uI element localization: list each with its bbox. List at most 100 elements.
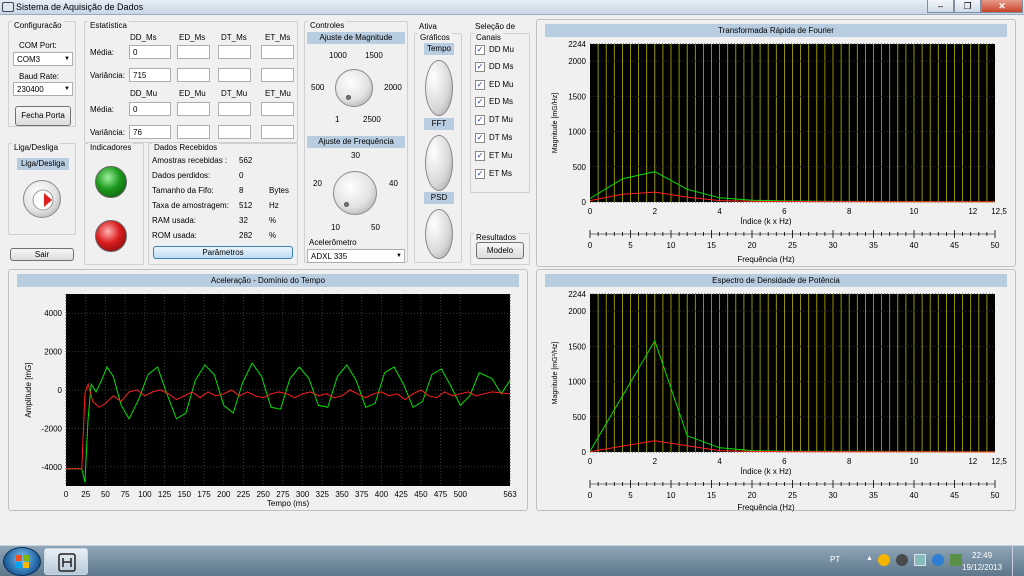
clock-time[interactable]: 22:49 bbox=[972, 551, 992, 560]
chevron-down-icon: ▼ bbox=[396, 253, 402, 259]
model-button[interactable]: Modelo bbox=[476, 242, 524, 259]
stat-field[interactable]: 76 bbox=[129, 125, 171, 139]
x-tick-label: 375 bbox=[355, 490, 369, 499]
x-axis-label: Índice (k x Hz) bbox=[740, 467, 791, 476]
psd-toggle[interactable] bbox=[425, 209, 453, 259]
show-desktop-button[interactable] bbox=[1012, 546, 1024, 576]
channel-label: DD Ms bbox=[489, 62, 514, 71]
config-group: Configuracão COM Port: COM3 ▼ Baud Rate: … bbox=[8, 21, 76, 127]
close-button[interactable]: ✕ bbox=[981, 0, 1023, 13]
x-tick-label: 475 bbox=[434, 490, 448, 499]
power-switch[interactable] bbox=[23, 180, 61, 218]
channel-checkbox[interactable]: ✓ bbox=[475, 169, 485, 179]
secondary-tick-label: 30 bbox=[829, 241, 838, 250]
received-value: 8 bbox=[239, 186, 244, 195]
tempo-toggle[interactable] bbox=[425, 60, 453, 116]
stat-header: ED_Ms bbox=[179, 33, 206, 42]
channel-checkbox[interactable]: ✓ bbox=[475, 133, 485, 143]
windows-logo-icon bbox=[16, 555, 29, 568]
stat-field[interactable] bbox=[177, 45, 210, 59]
stat-field[interactable] bbox=[177, 125, 210, 139]
tray-icon[interactable] bbox=[896, 554, 908, 566]
taskbar-app-button[interactable] bbox=[44, 548, 88, 575]
language-indicator[interactable]: PT bbox=[830, 555, 840, 564]
window-title: Sistema de Aquisição de Dados bbox=[16, 2, 144, 12]
x-tick-label: 12 bbox=[968, 457, 977, 466]
channel-checkbox[interactable]: ✓ bbox=[475, 151, 485, 161]
secondary-tick-label: 45 bbox=[950, 491, 959, 500]
variance-label: Variância: bbox=[90, 128, 125, 137]
tray-expand-icon[interactable]: ▲ bbox=[866, 555, 873, 562]
stat-field[interactable] bbox=[261, 68, 294, 82]
baud-rate-select[interactable]: 230400 ▼ bbox=[13, 82, 73, 96]
channel-checkbox[interactable]: ✓ bbox=[475, 45, 485, 55]
maximize-button[interactable]: ❐ bbox=[954, 0, 981, 13]
x-ticks: 0 25 50 75 100 125 150 175 200 225 250 275 300 325 350… bbox=[64, 490, 517, 499]
x-ticks: 0 2 4 6 8 10 12 12,5 bbox=[588, 457, 1008, 466]
y-tick-label: 0 bbox=[58, 386, 63, 395]
y-tick-label: 1500 bbox=[568, 342, 586, 351]
x-tick-label: 12,5 bbox=[991, 207, 1007, 216]
orange-tray-icon[interactable] bbox=[878, 554, 890, 566]
stat-field[interactable] bbox=[218, 68, 251, 82]
x-tick-label: 4 bbox=[717, 457, 722, 466]
indicators-group: Indicadores bbox=[84, 143, 144, 265]
stat-field[interactable] bbox=[261, 125, 294, 139]
received-label: Taxa de amostragem: bbox=[152, 201, 229, 210]
exit-button[interactable]: Sair bbox=[10, 248, 74, 261]
x-axis-label: Índice (k x Hz) bbox=[740, 217, 791, 226]
media-label: Média: bbox=[90, 48, 115, 57]
fft-chart: 2244 2000 1500 1000 500 0 0 2 4 6 8 10 12 12,5 0 5 10 1… bbox=[552, 40, 1007, 264]
clock-date[interactable]: 19/12/2013 bbox=[962, 563, 1002, 572]
x-tick-label: 2 bbox=[653, 207, 658, 216]
stat-field[interactable]: 0 bbox=[129, 45, 171, 59]
channel-checkbox[interactable]: ✓ bbox=[475, 62, 485, 72]
close-port-button[interactable]: Fecha Porta bbox=[15, 106, 71, 126]
y-tick-label: 0 bbox=[582, 448, 587, 457]
channel-checkbox[interactable]: ✓ bbox=[475, 97, 485, 107]
channel-checkbox[interactable]: ✓ bbox=[475, 115, 485, 125]
globe-icon[interactable] bbox=[932, 554, 944, 566]
x-tick-label: 0 bbox=[64, 490, 69, 499]
x-tick-label: 25 bbox=[81, 490, 90, 499]
secondary-tick-label: 50 bbox=[991, 241, 1000, 250]
magnitude-knob[interactable] bbox=[335, 69, 373, 107]
stat-field[interactable] bbox=[261, 102, 294, 116]
stat-field[interactable]: 715 bbox=[129, 68, 171, 82]
minimize-button[interactable]: – bbox=[927, 0, 954, 13]
y-tick-label: 1000 bbox=[568, 128, 586, 137]
y-ticks: 4000 2000 0 -2000 -4000 bbox=[42, 309, 63, 472]
stat-field[interactable] bbox=[218, 45, 251, 59]
received-data-group-label: Dados Recebidos bbox=[152, 143, 220, 152]
x-tick-label: 350 bbox=[335, 490, 349, 499]
display-icon[interactable] bbox=[950, 554, 962, 566]
received-value: 0 bbox=[239, 171, 244, 180]
channel-label: DD Mu bbox=[489, 45, 514, 54]
fft-toggle[interactable] bbox=[425, 135, 453, 191]
stat-field[interactable] bbox=[218, 102, 251, 116]
psd-chart: 2244 2000 1500 1000 500 0 0 2 4 6 8 10 12 12,5 0 5 10 1… bbox=[552, 290, 1008, 512]
frequency-knob[interactable] bbox=[333, 171, 377, 215]
accelerometer-select[interactable]: ADXL 335 ▼ bbox=[307, 249, 405, 263]
stat-field[interactable]: 0 bbox=[129, 102, 171, 116]
stat-field[interactable] bbox=[261, 45, 294, 59]
channel-checkbox[interactable]: ✓ bbox=[475, 80, 485, 90]
time-panel: Aceleração - Domínio do Tempo 4000 2000 0-… bbox=[8, 269, 528, 511]
received-value: 32 bbox=[239, 216, 248, 225]
variance-label: Variância: bbox=[90, 71, 125, 80]
x-tick-label: 0 bbox=[588, 457, 593, 466]
start-button[interactable] bbox=[3, 547, 41, 576]
fft-label: FFT bbox=[424, 118, 454, 130]
parameters-button[interactable]: Parâmetros bbox=[153, 246, 293, 259]
graphs-group: Ativa Gráficos Tempo FFT PSD bbox=[414, 22, 462, 263]
network-icon[interactable] bbox=[914, 554, 926, 566]
stat-header: ET_Ms bbox=[265, 33, 291, 42]
stat-field[interactable] bbox=[218, 125, 251, 139]
stat-field[interactable] bbox=[177, 102, 210, 116]
stat-field[interactable] bbox=[177, 68, 210, 82]
app-icon bbox=[58, 553, 76, 572]
baud-rate-label: Baud Rate: bbox=[19, 72, 60, 81]
magnitude-tick: 500 bbox=[311, 83, 325, 92]
com-port-select[interactable]: COM3 ▼ bbox=[13, 52, 73, 66]
secondary-tick-label: 40 bbox=[910, 491, 919, 500]
